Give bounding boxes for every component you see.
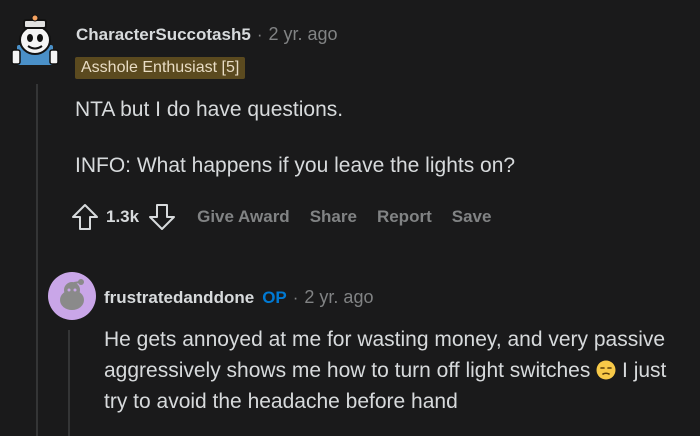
- report-button[interactable]: Report: [377, 207, 432, 227]
- unamused-face-emoji-icon: [596, 358, 616, 380]
- op-badge: OP: [262, 288, 287, 307]
- comment-paragraph: INFO: What happens if you leave the ligh…: [75, 154, 516, 177]
- meta-separator: ·: [256, 25, 263, 44]
- reply-user-avatar[interactable]: [48, 272, 96, 320]
- comment-action-bar: 1.3k Give Award Share Report Save: [70, 200, 491, 234]
- meta-separator: ·: [292, 288, 299, 307]
- vote-score: 1.3k: [106, 207, 140, 226]
- reply-text: He gets annoyed at me for wasting money,…: [104, 328, 666, 382]
- comment-paragraph: NTA but I do have questions.: [75, 98, 344, 121]
- reply-body: He gets annoyed at me for wasting money,…: [104, 324, 694, 417]
- user-avatar[interactable]: [10, 14, 60, 70]
- comment-author[interactable]: CharacterSuccotash5: [76, 25, 251, 44]
- comment-body: NTA but I do have questions. INFO: What …: [75, 96, 675, 208]
- reply-header: frustratedanddone OP · 2 yr. ago: [104, 287, 373, 308]
- share-button[interactable]: Share: [310, 207, 357, 227]
- reply-author[interactable]: frustratedanddone: [104, 288, 254, 307]
- downvote-arrow-icon[interactable]: [147, 202, 177, 232]
- reply-thread-line[interactable]: [68, 330, 70, 436]
- comment-thread-line[interactable]: [36, 84, 38, 436]
- comment-timestamp[interactable]: 2 yr. ago: [268, 24, 337, 44]
- save-button[interactable]: Save: [452, 207, 492, 227]
- comment-header: CharacterSuccotash5 · 2 yr. ago: [76, 24, 338, 45]
- reply-timestamp[interactable]: 2 yr. ago: [304, 287, 373, 307]
- give-award-button[interactable]: Give Award: [197, 207, 290, 227]
- upvote-arrow-icon[interactable]: [70, 202, 100, 232]
- user-flair: Asshole Enthusiast [5]: [75, 57, 246, 79]
